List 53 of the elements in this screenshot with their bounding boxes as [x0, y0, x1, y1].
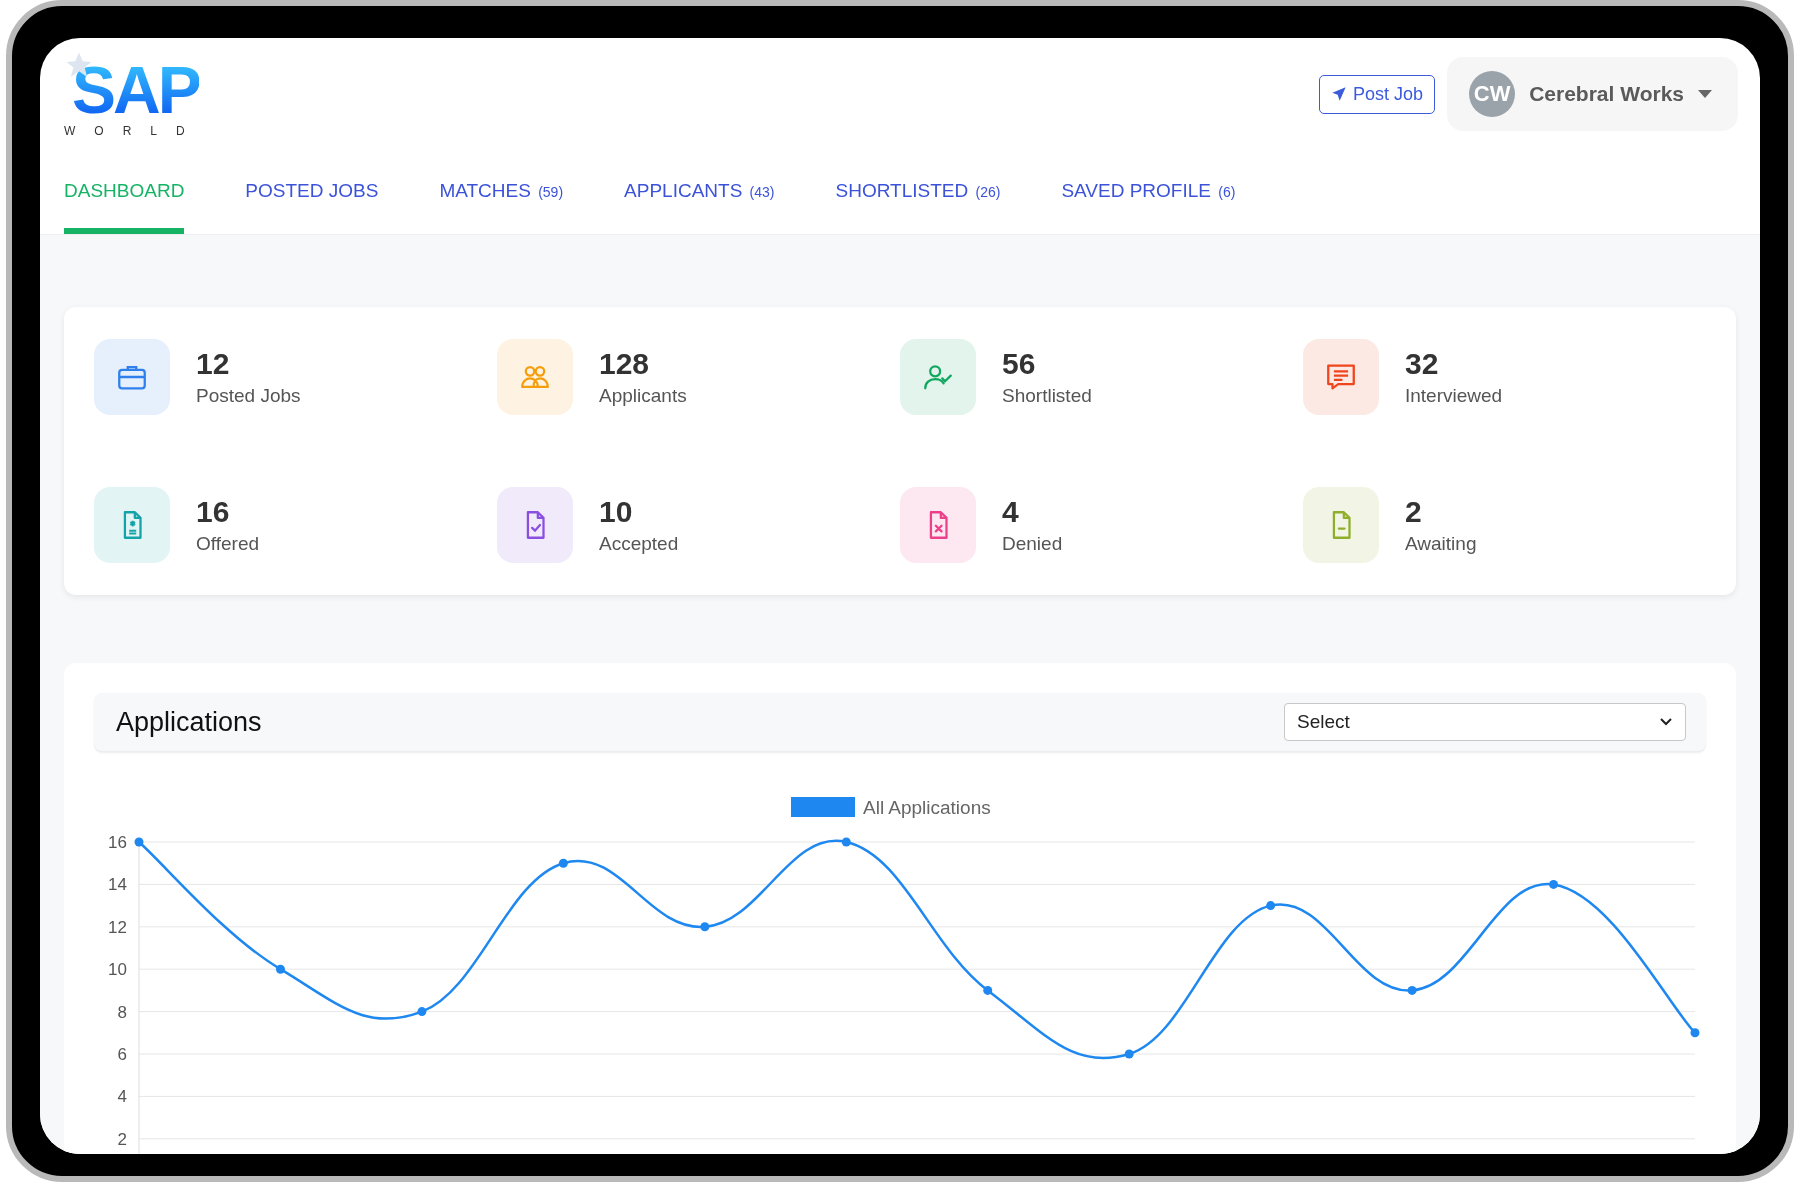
axis-tick-label: 6: [117, 1045, 127, 1064]
point: [558, 858, 568, 868]
point: [1124, 1049, 1134, 1059]
axis-tick-label: 2: [117, 1129, 127, 1149]
axis-tick-label: 8: [117, 1002, 127, 1022]
chevron-icon: [1659, 717, 1673, 727]
point: [1549, 879, 1559, 889]
stat-label: Denied: [1002, 533, 1063, 555]
point: [841, 837, 851, 847]
stat-value: 2: [1405, 495, 1423, 529]
stat-value: 10: [599, 495, 634, 529]
stat-label: Shortlisted: [1002, 385, 1092, 407]
send-icon: [1331, 86, 1348, 102]
axis-tick-label: 4: [117, 1087, 127, 1107]
post-job-button[interactable]: Post Job: [1319, 74, 1436, 114]
profile-menu[interactable]: CW Cerebral Works: [1447, 57, 1738, 131]
nav-tab[interactable]: APPLICANTS (43): [624, 164, 775, 234]
stat-label: Accepted: [599, 533, 679, 555]
stat-value: 16: [196, 495, 231, 529]
stat-value: 32: [1405, 347, 1440, 381]
stat-label: Posted Jobs: [196, 385, 301, 407]
profile-name: Cerebral Works: [1529, 82, 1684, 106]
nav-tab[interactable]: SHORTLISTED (26): [835, 164, 1001, 234]
legend-label: All Applications: [863, 797, 991, 818]
select-field[interactable]: Select: [1284, 703, 1686, 741]
axis-tick-label: 12: [108, 917, 127, 937]
axis-tick-label: 10: [108, 960, 127, 980]
point: [700, 922, 710, 932]
axis-tick-label: 14: [108, 875, 127, 895]
stat-label: Awaiting: [1405, 533, 1477, 555]
point: [1690, 1028, 1700, 1038]
stat-value: 12: [196, 347, 231, 381]
stat-label: Interviewed: [1405, 385, 1503, 407]
point: [1266, 901, 1276, 911]
stat-value: 56: [1002, 347, 1037, 381]
point: [417, 1007, 427, 1017]
stat-value: 4: [1002, 495, 1020, 529]
legend-swatch: [791, 797, 855, 817]
nav-tab[interactable]: POSTED JOBS: [245, 164, 379, 234]
nav-tab[interactable]: SAVED PROFILE (6): [1061, 164, 1236, 234]
stat-label: Offered: [196, 533, 260, 555]
stat-value: 128: [599, 347, 651, 381]
logo-subtitle: WORLD: [64, 124, 204, 138]
point: [1407, 985, 1417, 995]
caret-icon: [1698, 90, 1712, 98]
point: [275, 964, 285, 974]
chart-title: Applications: [116, 706, 262, 738]
nav-tab[interactable]: MATCHES (59): [439, 164, 564, 234]
point: [134, 837, 144, 847]
avatar: CW: [1469, 71, 1516, 117]
point: [983, 985, 993, 995]
stat-label: Applicants: [599, 385, 687, 407]
axis-tick-label: 16: [108, 833, 127, 852]
